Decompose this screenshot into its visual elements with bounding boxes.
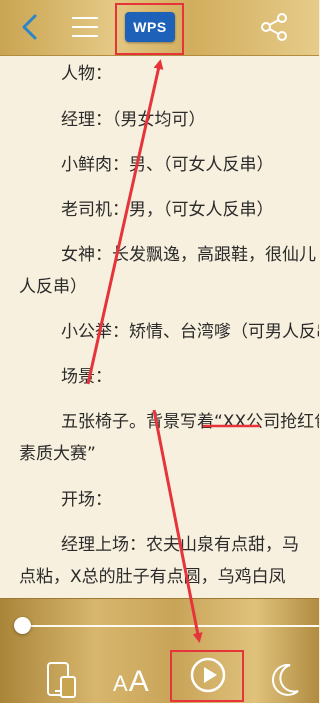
document-content: 人物： 经理：（男女均可） 小鲜肉：男、（可女人反串） 老司机：男，（可女人反串… bbox=[0, 56, 319, 598]
doc-line: 经理上场：农夫山泉有点甜，马 bbox=[61, 535, 299, 555]
wps-button[interactable]: WPS bbox=[125, 12, 175, 42]
doc-line: 经理：（男女均可） bbox=[61, 110, 206, 130]
bottom-toolbar: AA bbox=[0, 598, 319, 703]
doc-line: 开场： bbox=[61, 490, 112, 510]
doc-line: 点粘，X总的肚子有点圆，乌鸡白凤 bbox=[19, 567, 286, 587]
doc-line: 女神：长发飘逸，高跟鞋，很仙儿 bbox=[61, 245, 316, 265]
font-size-button[interactable]: AA bbox=[113, 665, 150, 699]
font-size-large-a: A bbox=[128, 665, 150, 698]
progress-slider-knob[interactable] bbox=[14, 617, 31, 634]
font-size-small-a: A bbox=[113, 671, 129, 696]
doc-line: 场景： bbox=[61, 367, 112, 387]
play-icon[interactable] bbox=[188, 655, 228, 695]
progress-slider[interactable] bbox=[22, 625, 319, 627]
doc-line: 素质大赛” bbox=[19, 444, 96, 464]
hamburger-menu-icon[interactable] bbox=[70, 14, 100, 40]
doc-line: 老司机：男，（可女人反串） bbox=[61, 200, 274, 220]
doc-line: 人反串） bbox=[19, 277, 87, 297]
doc-line: 人物： bbox=[61, 64, 112, 84]
doc-line: 小鲜肉：男、（可女人反串） bbox=[61, 155, 274, 175]
phone-tablet-icon[interactable] bbox=[46, 659, 80, 699]
doc-line: 五张椅子。背景写着“XX公司抢红包 bbox=[61, 412, 319, 432]
moon-icon[interactable] bbox=[264, 659, 304, 699]
top-toolbar: WPS bbox=[0, 0, 319, 56]
chevron-left-icon[interactable] bbox=[16, 12, 46, 42]
share-icon[interactable] bbox=[258, 12, 290, 42]
doc-line: 小公举：矫情、台湾嗲（可男人反串 bbox=[61, 322, 319, 342]
